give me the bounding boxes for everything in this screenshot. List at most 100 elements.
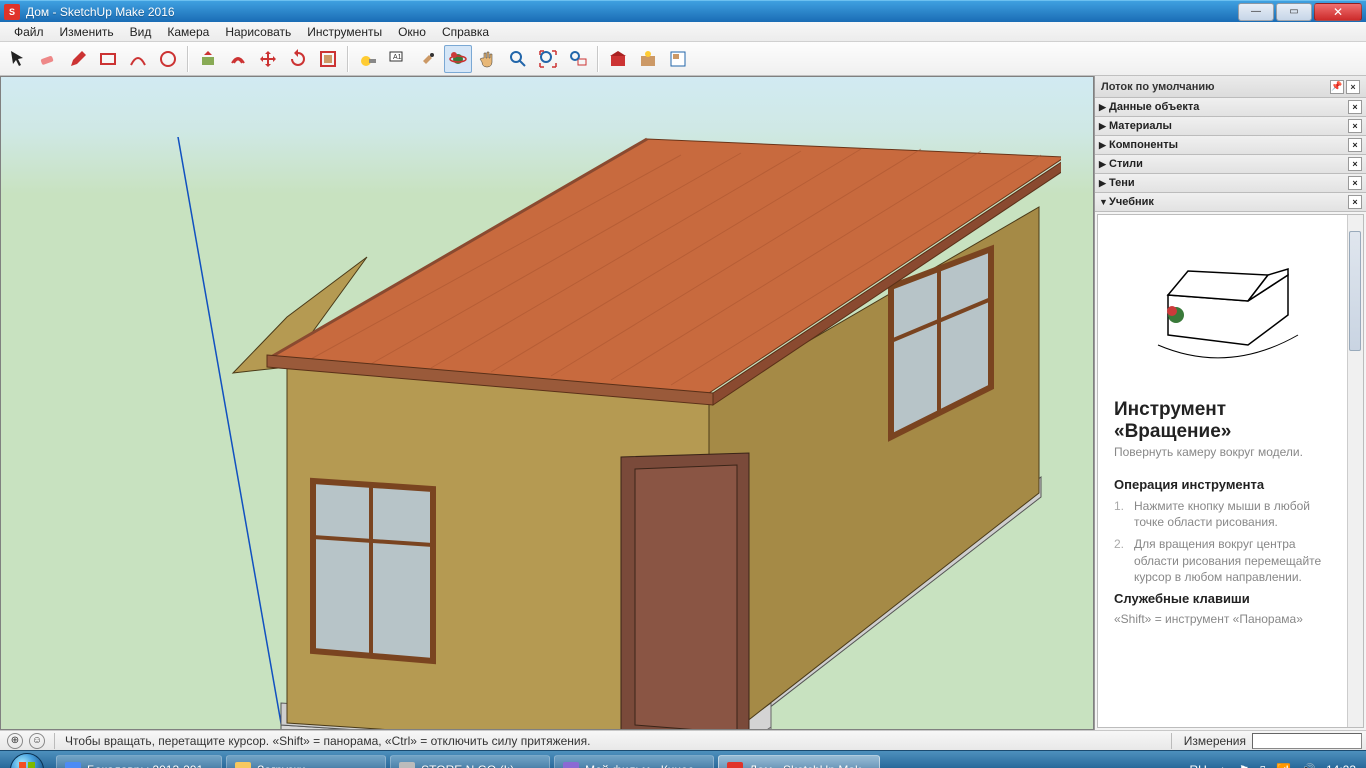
status-hint: Чтобы вращать, перетащите курсор. «Shift…: [61, 734, 1165, 748]
keys-heading: Служебные клавиши: [1114, 591, 1341, 606]
window-title: Дом - SketchUp Make 2016: [26, 5, 1236, 19]
task-sketchup[interactable]: Дом - SketchUp Mak...: [718, 755, 880, 768]
panel-close-icon[interactable]: ×: [1348, 157, 1362, 171]
windows-logo-icon: [18, 761, 36, 768]
scrollbar[interactable]: [1347, 215, 1363, 727]
task-folder[interactable]: Загрузки: [226, 755, 386, 768]
pan-tool[interactable]: [474, 45, 502, 73]
paint-tool[interactable]: [414, 45, 442, 73]
menu-окно[interactable]: Окно: [390, 23, 434, 41]
menu-bar: ФайлИзменитьВидКамераНарисоватьИнструмен…: [0, 22, 1366, 42]
instructor-panel: Инструмент «Вращение» Повернуть камеру в…: [1097, 214, 1364, 728]
status-bar: ⊕ ☺ Чтобы вращать, перетащите курсор. «S…: [0, 730, 1366, 750]
app-icon: S: [4, 4, 20, 20]
extensions-tool[interactable]: [634, 45, 662, 73]
3d-viewport[interactable]: [0, 76, 1094, 730]
scale-tool[interactable]: [314, 45, 342, 73]
circle-tool[interactable]: [154, 45, 182, 73]
menu-изменить[interactable]: Изменить: [52, 23, 122, 41]
instructor-title: Инструмент «Вращение»: [1114, 399, 1341, 443]
menu-камера[interactable]: Камера: [159, 23, 217, 41]
drive-icon: [399, 762, 415, 768]
task-drive[interactable]: STORE N GO (I:): [390, 755, 550, 768]
menu-нарисовать[interactable]: Нарисовать: [217, 23, 299, 41]
sketchup-icon: [727, 762, 743, 768]
menu-файл[interactable]: Файл: [6, 23, 52, 41]
tape-tool[interactable]: [354, 45, 382, 73]
start-button[interactable]: [0, 751, 54, 768]
tray-close-icon[interactable]: ×: [1346, 80, 1360, 94]
layout-tool[interactable]: [664, 45, 692, 73]
panel-close-icon[interactable]: ×: [1348, 138, 1362, 152]
eraser-tool[interactable]: [34, 45, 62, 73]
measurements-label: Измерения: [1178, 734, 1252, 748]
zoom-tool[interactable]: [504, 45, 532, 73]
task-chrome[interactable]: Бакалавры 2013-201...: [56, 755, 222, 768]
folder-icon: [235, 762, 251, 768]
pin-icon[interactable]: 📌: [1330, 80, 1344, 94]
panel-5[interactable]: ▼Учебник×: [1095, 193, 1366, 212]
offset-tool[interactable]: [224, 45, 252, 73]
movie-icon: [563, 762, 579, 768]
measurements-input[interactable]: [1252, 733, 1362, 749]
panel-close-icon[interactable]: ×: [1348, 119, 1362, 133]
panel-3[interactable]: ▶Стили×: [1095, 155, 1366, 174]
window-titlebar: S Дом - SketchUp Make 2016 — ▭ ✕: [0, 0, 1366, 22]
menu-инструменты[interactable]: Инструменты: [299, 23, 390, 41]
chevron-up-icon[interactable]: ▲: [1217, 763, 1229, 768]
menu-вид[interactable]: Вид: [122, 23, 160, 41]
zoom-window-tool[interactable]: [564, 45, 592, 73]
work-area: Лоток по умолчанию 📌 × ▶Данные объекта×▶…: [0, 76, 1366, 730]
system-tray: RU ▲ ⚑ ▯ 📶 🔊 14:23: [1179, 763, 1366, 768]
panel-2[interactable]: ▶Компоненты×: [1095, 136, 1366, 155]
chevron-right-icon: ▶: [1099, 140, 1109, 151]
rotate-tool[interactable]: [284, 45, 312, 73]
panel-0[interactable]: ▶Данные объекта×: [1095, 98, 1366, 117]
menu-справка[interactable]: Справка: [434, 23, 497, 41]
panel-close-icon[interactable]: ×: [1348, 100, 1362, 114]
battery-icon[interactable]: ▯: [1259, 763, 1266, 768]
panel-4[interactable]: ▶Тени×: [1095, 174, 1366, 193]
arc-tool[interactable]: [124, 45, 152, 73]
operation-heading: Операция инструмента: [1114, 477, 1341, 492]
zoom-extents-tool[interactable]: [534, 45, 562, 73]
select-tool[interactable]: [4, 45, 32, 73]
step-2: 2.Для вращения вокруг центра области рис…: [1114, 536, 1341, 585]
volume-icon[interactable]: 🔊: [1301, 763, 1316, 768]
flag-icon[interactable]: ⚑: [1239, 763, 1250, 768]
task-movie[interactable]: Мой фильм - Кинос...: [554, 755, 714, 768]
svg-text:A1: A1: [393, 54, 402, 61]
windows-taskbar: Бакалавры 2013-201... Загрузки STORE N GO …: [0, 750, 1366, 768]
maximize-button[interactable]: ▭: [1276, 3, 1312, 21]
minimize-button[interactable]: —: [1238, 3, 1274, 21]
chevron-right-icon: ▶: [1099, 102, 1109, 113]
tray-title-label: Лоток по умолчанию: [1101, 81, 1215, 93]
chrome-icon: [65, 762, 81, 768]
model-house: [81, 137, 1061, 730]
orbit-tool[interactable]: [444, 45, 472, 73]
network-icon[interactable]: 📶: [1276, 763, 1291, 768]
pushpull-tool[interactable]: [194, 45, 222, 73]
main-toolbar: A1: [0, 42, 1366, 76]
geo-icon[interactable]: ⊕: [7, 733, 23, 749]
instructor-subtitle: Повернуть камеру вокруг модели.: [1114, 445, 1341, 459]
panel-close-icon[interactable]: ×: [1348, 176, 1362, 190]
chevron-down-icon: ▼: [1099, 197, 1109, 207]
chevron-right-icon: ▶: [1099, 178, 1109, 189]
language-indicator[interactable]: RU: [1189, 763, 1206, 768]
chevron-right-icon: ▶: [1099, 159, 1109, 170]
person-icon[interactable]: ☺: [29, 733, 45, 749]
chevron-right-icon: ▶: [1099, 121, 1109, 132]
text-tool[interactable]: A1: [384, 45, 412, 73]
default-tray: Лоток по умолчанию 📌 × ▶Данные объекта×▶…: [1094, 76, 1366, 730]
clock[interactable]: 14:23: [1326, 763, 1356, 768]
close-button[interactable]: ✕: [1314, 3, 1362, 21]
pencil-tool[interactable]: [64, 45, 92, 73]
rectangle-tool[interactable]: [94, 45, 122, 73]
panel-close-icon[interactable]: ×: [1348, 195, 1362, 209]
step-1: 1.Нажмите кнопку мыши в любой точке обла…: [1114, 498, 1341, 530]
warehouse-tool[interactable]: [604, 45, 632, 73]
panel-1[interactable]: ▶Материалы×: [1095, 117, 1366, 136]
scrollbar-thumb[interactable]: [1349, 231, 1361, 351]
move-tool[interactable]: [254, 45, 282, 73]
